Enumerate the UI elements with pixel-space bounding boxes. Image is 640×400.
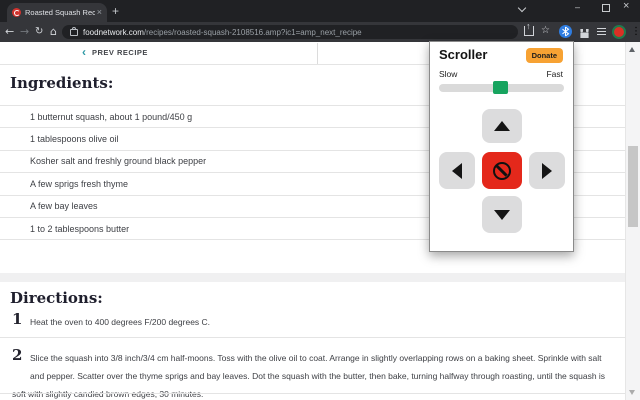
prev-recipe-label: PREV RECIPE xyxy=(92,48,148,57)
url-path: /recipes/roasted-squash-2108516.amp?ic1=… xyxy=(144,28,362,37)
browser-tab[interactable]: Roasted Squash Recipe | Food Ne × xyxy=(7,3,107,22)
direction-step: 1 Heat the oven to 400 degrees F/200 deg… xyxy=(12,312,612,339)
header-divider xyxy=(317,43,318,64)
stop-scroll-button[interactable] xyxy=(482,152,522,189)
scrollbar-down-arrow-icon[interactable] xyxy=(629,390,635,395)
tab-close-icon[interactable]: × xyxy=(97,8,102,17)
scrollbar-up-arrow-icon[interactable] xyxy=(629,47,635,52)
scroll-left-button[interactable] xyxy=(439,152,475,189)
tab-bar: Roasted Squash Recipe | Food Ne × + – × xyxy=(0,0,640,22)
reading-list-icon[interactable] xyxy=(597,28,606,35)
share-icon[interactable] xyxy=(524,26,534,36)
forward-icon[interactable]: → xyxy=(20,26,29,37)
lock-icon xyxy=(70,29,78,36)
arrow-down-icon xyxy=(494,210,510,220)
browser-window: Roasted Squash Recipe | Food Ne × + – × … xyxy=(0,0,640,400)
foodnetwork-favicon-icon xyxy=(12,8,21,17)
speed-slider-handle[interactable] xyxy=(493,81,508,94)
scroller-extension-popup: Scroller Donate Slow Fast xyxy=(429,41,574,252)
window-maximize-button[interactable] xyxy=(602,4,610,12)
home-icon[interactable]: ⌂ xyxy=(50,26,57,37)
page-scrollbar[interactable] xyxy=(625,42,640,400)
url-domain: foodnetwork.com xyxy=(83,28,144,37)
stop-prohibition-icon xyxy=(493,162,511,180)
address-bar[interactable]: foodnetwork.com /recipes/roasted-squash-… xyxy=(62,25,518,39)
tab-title: Roasted Squash Recipe | Food Ne xyxy=(25,8,95,17)
step-number: 1 xyxy=(12,312,30,339)
fast-label: Fast xyxy=(546,69,563,79)
window-minimize-button[interactable]: – xyxy=(575,3,580,12)
prev-chevron-icon: ‹ xyxy=(82,47,86,57)
ingredients-heading: Ingredients: xyxy=(10,74,113,92)
prev-recipe-link[interactable]: ‹ PREV RECIPE xyxy=(82,47,148,57)
bookmark-star-icon[interactable]: ☆ xyxy=(541,25,550,37)
popup-title: Scroller xyxy=(439,47,487,62)
scroller-extension-icon[interactable] xyxy=(559,25,572,38)
arrow-right-icon xyxy=(542,163,552,179)
profile-avatar[interactable] xyxy=(612,25,626,39)
step-number: 2 xyxy=(12,348,30,375)
directions-heading: Directions: xyxy=(10,289,103,307)
scroll-right-button[interactable] xyxy=(529,152,565,189)
bluetooth-glyph-icon xyxy=(561,26,570,37)
back-icon[interactable]: ← xyxy=(5,26,14,37)
scrollbar-thumb[interactable] xyxy=(628,146,638,227)
donate-button[interactable]: Donate xyxy=(526,48,563,63)
window-chevron-down-icon[interactable] xyxy=(518,4,526,12)
step-divider xyxy=(0,393,640,394)
step-divider xyxy=(0,337,640,338)
arrow-left-icon xyxy=(452,163,462,179)
menu-dots-icon[interactable]: ⋮ xyxy=(631,25,640,38)
arrow-up-icon xyxy=(494,121,510,131)
scroll-up-button[interactable] xyxy=(482,109,522,143)
slow-label: Slow xyxy=(439,69,457,79)
window-close-button[interactable]: × xyxy=(623,2,629,11)
new-tab-button[interactable]: + xyxy=(112,4,119,18)
step-text: Heat the oven to 400 degrees F/200 degre… xyxy=(30,317,210,327)
reload-icon[interactable]: ↻ xyxy=(35,26,43,37)
scroll-down-button[interactable] xyxy=(482,196,522,233)
section-separator-band xyxy=(0,273,640,282)
